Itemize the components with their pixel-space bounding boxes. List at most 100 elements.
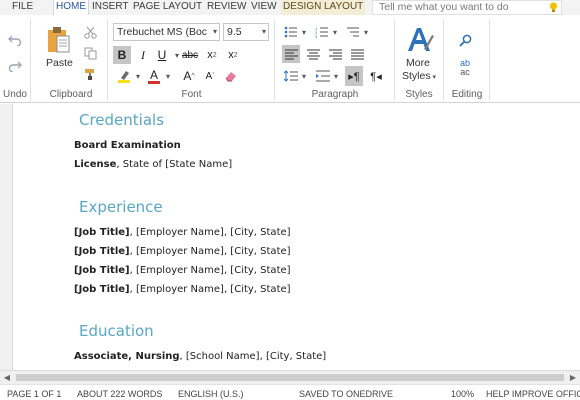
subscript-mark: 2 [212,51,217,59]
bullets-dropdown[interactable]: ▾ [300,23,308,41]
line-spacing-button[interactable] [282,66,300,86]
tab-insert[interactable]: INSERT [92,0,129,15]
font-color-dropdown[interactable]: ▾ [163,66,173,86]
section-heading-experience: Experience [79,198,163,216]
cut-button[interactable] [82,24,98,40]
shrink-font-button[interactable]: Aˇ [201,66,219,86]
align-right-button[interactable] [326,45,344,63]
tab-view[interactable]: VIEW [251,0,277,15]
tab-layout[interactable]: LAYOUT [322,0,366,15]
clear-formatting-button[interactable] [222,66,240,86]
job-details: , [Employer Name], [City, State] [129,284,291,295]
numbering-dropdown[interactable]: ▾ [331,23,339,41]
page-count-status[interactable]: PAGE 1 OF 1 [7,388,61,400]
styles-button-label[interactable]: Styles ▾ [402,70,436,84]
group-separator [443,19,444,101]
word-count-status[interactable]: ABOUT 222 WORDS [77,388,162,400]
tab-page-layout[interactable]: PAGE LAYOUT [133,0,202,15]
tab-home[interactable]: HOME [53,0,89,15]
group-separator [394,19,395,101]
font-family-select[interactable]: Trebuchet MS (Boc ▾ [113,23,220,41]
editing-group-label: Editing [451,89,483,100]
credential-rest: , State of [State Name] [116,159,233,170]
scroll-right-icon[interactable]: ▶ [566,371,580,384]
multilevel-dropdown[interactable]: ▾ [362,23,370,41]
credential-bold: Board Examination [74,140,181,151]
credential-line: License, State of [State Name] [74,158,232,171]
scroll-left-icon[interactable]: ◀ [0,371,14,384]
chevron-down-icon: ▾ [261,27,266,36]
section-heading-education: Education [79,322,154,340]
indent-icon [316,70,330,82]
scrollbar-thumb[interactable] [16,374,564,381]
superscript-button[interactable]: x2 [224,46,242,64]
paste-icon [48,27,70,53]
highlight-color-button[interactable] [113,66,135,86]
job-title: [Job Title] [74,246,130,257]
align-center-button[interactable] [304,45,322,63]
indent-button[interactable] [314,66,332,86]
rtl-pilcrow-icon: ¶◂ [370,70,382,83]
experience-line: [Job Title], [Employer Name], [City, Sta… [74,264,291,277]
font-family-value: Trebuchet MS (Boc [117,26,208,38]
zoom-level[interactable]: 100% [451,388,474,400]
chevron-down-icon: ▾ [212,27,217,36]
highlight-swatch [118,80,130,83]
styles-more-label: More [406,57,430,69]
underline-button[interactable]: U [154,46,170,64]
clipboard-group-label: Clipboard [49,89,93,100]
redo-button[interactable] [6,57,24,75]
ltr-text-button[interactable]: ▸¶ [345,66,363,86]
language-status[interactable]: ENGLISH (U.S.) [178,388,244,400]
tab-file[interactable]: FILE [12,0,33,15]
styles-gallery-button[interactable] [402,23,436,57]
font-size-select[interactable]: 9.5 ▾ [223,23,269,41]
job-title: [Job Title] [74,227,130,238]
ribbon-tab-bar: FILE HOME INSERT PAGE LAYOUT REVIEW VIEW… [0,0,580,15]
highlighter-icon [118,71,130,83]
group-separator [30,19,31,101]
horizontal-scrollbar[interactable]: ◀ ▶ [0,370,580,384]
svg-text:3: 3 [315,34,318,38]
line-spacing-dropdown[interactable]: ▾ [300,66,308,86]
grow-font-button[interactable]: A ^ [180,66,198,86]
styles-text: Styles [402,70,431,82]
format-painter-button[interactable] [82,66,98,82]
document-area[interactable]: Credentials Board Examination License, S… [0,104,580,370]
tab-design[interactable]: DESIGN [281,0,324,15]
degree: Associate, Nursing [74,351,180,362]
eraser-icon [225,72,236,82]
find-button[interactable] [456,31,474,49]
paste-button[interactable] [44,25,74,55]
strikethrough-button[interactable]: abc [180,46,200,64]
numbering-button[interactable]: 1 2 3 [313,23,331,41]
font-color-button[interactable]: A [146,66,162,86]
rtl-text-button[interactable]: ¶◂ [367,66,385,86]
job-details: , [Employer Name], [City, State] [129,227,291,238]
paragraph-group-label: Paragraph [311,89,359,100]
align-center-icon [306,49,320,59]
italic-button[interactable]: I [135,46,151,64]
subscript-button[interactable]: x2 [203,46,221,64]
help-improve-link[interactable]: HELP IMPROVE OFFIC [486,388,580,400]
bullets-button[interactable] [282,23,300,41]
multilevel-list-button[interactable] [344,23,362,41]
justify-button[interactable] [348,45,366,63]
indent-dropdown[interactable]: ▾ [332,66,340,86]
grow-font-letter: A [183,69,192,83]
status-bar: PAGE 1 OF 1 ABOUT 222 WORDS ENGLISH (U.S… [0,384,580,400]
experience-line: [Job Title], [Employer Name], [City, Sta… [74,283,291,296]
highlight-dropdown[interactable]: ▾ [133,66,143,86]
undo-button[interactable] [6,31,24,49]
experience-line: [Job Title], [Employer Name], [City, Sta… [74,226,291,239]
copy-button[interactable] [82,45,98,61]
multilevel-list-icon [347,27,359,37]
redo-icon [8,61,22,72]
caret-down-icon: ˇ [212,72,215,80]
bold-button[interactable]: B [113,46,131,64]
align-left-button[interactable] [282,45,300,63]
job-title: [Job Title] [74,265,130,276]
tab-review[interactable]: REVIEW [207,0,246,15]
replace-button[interactable]: ab ac [454,57,476,79]
tell-me-search[interactable]: Tell me what you want to do [372,0,562,15]
